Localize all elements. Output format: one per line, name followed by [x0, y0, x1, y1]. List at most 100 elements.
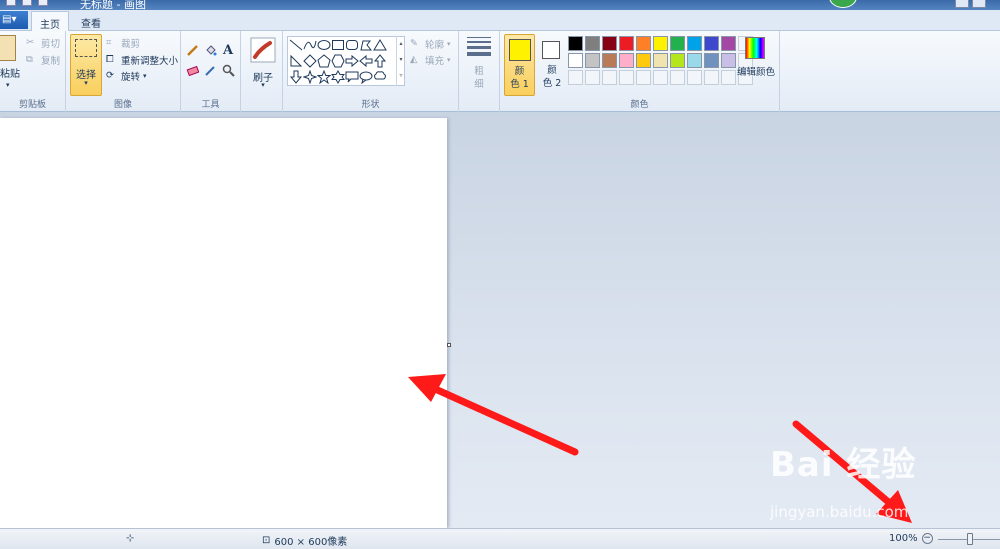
size-button[interactable]: 粗 细 [465, 37, 493, 97]
palette-swatch[interactable] [602, 36, 617, 51]
tab-view[interactable]: 查看 [73, 11, 109, 32]
rotate-button[interactable]: ⟳ 旋转 ▾ [106, 69, 147, 83]
drawing-canvas[interactable] [0, 118, 447, 528]
size-label-line1: 粗 [474, 66, 484, 77]
select-button[interactable]: 选择 ▾ [70, 34, 102, 96]
save-icon[interactable] [6, 0, 16, 6]
palette-swatch[interactable] [636, 53, 651, 68]
down-arrow-shape-icon[interactable] [289, 70, 303, 84]
cursor-position: ⊹ [126, 533, 134, 544]
color1-button[interactable]: 颜 色 1 [504, 34, 535, 96]
oval-callout-shape-icon[interactable] [359, 70, 373, 84]
up-arrow-shape-icon[interactable] [373, 54, 387, 68]
paste-dropdown-icon[interactable]: ▾ [6, 81, 10, 89]
pentagon-shape-icon[interactable] [317, 54, 331, 68]
left-arrow-shape-icon[interactable] [359, 54, 373, 68]
tab-home[interactable]: 主页 [31, 11, 69, 32]
palette-swatch[interactable] [653, 36, 668, 51]
palette-swatch[interactable] [704, 70, 719, 85]
palette-swatch[interactable] [653, 70, 668, 85]
six-point-star-shape-icon[interactable] [331, 70, 345, 84]
brushes-button[interactable]: 刷子 ▾ [248, 37, 278, 97]
pencil-icon[interactable] [184, 42, 200, 58]
palette-swatch[interactable] [585, 53, 600, 68]
right-arrow-shape-icon[interactable] [345, 54, 359, 68]
crop-icon: ⌗ [106, 37, 112, 48]
zoom-slider-thumb[interactable] [967, 533, 973, 545]
edit-colors-button[interactable]: 编辑颜色 [736, 37, 776, 97]
palette-swatch[interactable] [687, 53, 702, 68]
palette-swatch[interactable] [636, 70, 651, 85]
outline-button[interactable]: ✎ 轮廓 ▾ [410, 37, 451, 51]
image-size-icon: ⊡ [262, 535, 271, 546]
palette-swatch[interactable] [602, 70, 617, 85]
palette-swatch[interactable] [619, 53, 634, 68]
resize-button[interactable]: ⧠ 重新调整大小 [106, 53, 178, 67]
undo-icon[interactable] [22, 0, 32, 6]
shapes-scroll-control[interactable]: ▴ ▾ ▿ [396, 36, 405, 86]
palette-swatch[interactable] [704, 36, 719, 51]
overlay-badge-icon [829, 0, 857, 8]
line-shape-icon[interactable] [289, 38, 303, 52]
palette-swatch[interactable] [619, 70, 634, 85]
canvas-resize-handle[interactable] [447, 343, 451, 347]
rectangle-shape-icon[interactable] [331, 38, 345, 52]
line-width-icon [465, 37, 493, 56]
scissors-icon: ✂ [26, 37, 34, 48]
fill-button[interactable]: ◭ 填充 ▾ [410, 53, 451, 67]
oval-shape-icon[interactable] [317, 38, 331, 52]
color-picker-icon[interactable] [202, 62, 218, 78]
palette-swatch[interactable] [670, 53, 685, 68]
fill-bucket-icon[interactable] [202, 42, 218, 58]
zoom-level-text: 100% [889, 533, 918, 544]
eraser-icon[interactable] [184, 62, 200, 78]
palette-swatch[interactable] [568, 70, 583, 85]
copy-label: 复制 [41, 56, 61, 67]
text-tool-icon[interactable]: A [220, 42, 236, 58]
palette-swatch[interactable] [619, 36, 634, 51]
palette-swatch[interactable] [568, 36, 583, 51]
resize-icon: ⧠ [106, 54, 114, 65]
right-triangle-shape-icon[interactable] [289, 54, 303, 68]
palette-swatch[interactable] [585, 36, 600, 51]
triangle-shape-icon[interactable] [373, 38, 387, 52]
palette-swatch[interactable] [568, 53, 583, 68]
rectangular-callout-shape-icon[interactable] [345, 70, 359, 84]
maximize-button[interactable] [972, 0, 986, 8]
magnifier-icon[interactable] [220, 62, 236, 78]
tools-group-label: 工具 [201, 100, 220, 110]
diamond-shape-icon[interactable] [303, 54, 317, 68]
cut-button[interactable]: ✂ 剪切 [26, 36, 60, 50]
palette-swatch[interactable] [670, 36, 685, 51]
paste-button[interactable]: 粘贴 [0, 65, 20, 80]
four-point-star-shape-icon[interactable] [303, 70, 317, 84]
image-size-status: ⊡ 600 × 600像素 [262, 533, 347, 548]
paste-icon [0, 35, 16, 61]
palette-swatch[interactable] [602, 53, 617, 68]
palette-swatch[interactable] [670, 70, 685, 85]
clipboard-group-label: 剪贴板 [18, 100, 46, 110]
palette-swatch[interactable] [585, 70, 600, 85]
palette-swatch[interactable] [636, 36, 651, 51]
file-menu-button[interactable]: ▤▾ [0, 11, 28, 29]
rounded-rectangle-shape-icon[interactable] [345, 38, 359, 52]
palette-swatch[interactable] [687, 36, 702, 51]
color-spectrum-icon [745, 37, 765, 59]
palette-swatch[interactable] [687, 70, 702, 85]
minimize-button[interactable] [955, 0, 969, 8]
crop-button[interactable]: ⌗ 裁剪 [106, 36, 140, 50]
zoom-out-icon[interactable]: − [921, 533, 933, 544]
tools-grid: A [184, 42, 236, 78]
cloud-callout-shape-icon[interactable] [373, 70, 387, 84]
copy-button[interactable]: ⧉ 复制 [26, 53, 60, 67]
palette-swatch[interactable] [653, 53, 668, 68]
palette-swatch[interactable] [704, 53, 719, 68]
select-dropdown-icon[interactable]: ▾ [71, 79, 101, 87]
five-point-star-shape-icon[interactable] [317, 70, 331, 84]
polygon-shape-icon[interactable] [359, 38, 373, 52]
color2-button[interactable]: 颜 色 2 [538, 34, 566, 96]
palette-swatch[interactable] [721, 36, 736, 51]
redo-icon[interactable] [38, 0, 48, 6]
curve-shape-icon[interactable] [303, 38, 317, 52]
hexagon-shape-icon[interactable] [331, 54, 345, 68]
